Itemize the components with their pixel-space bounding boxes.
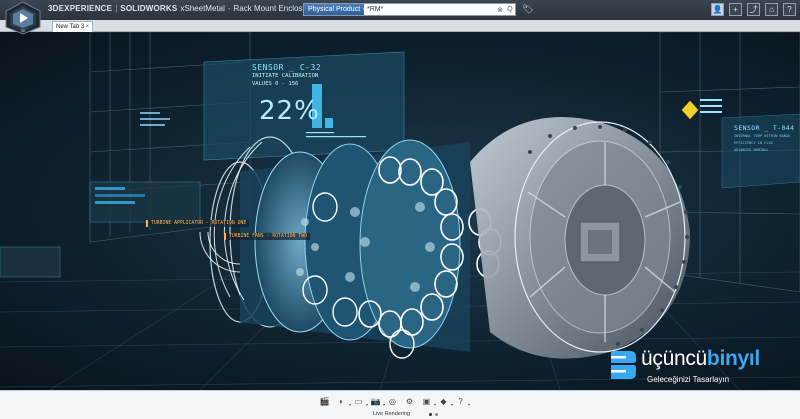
brand-label: 3DEXPERIENCE (48, 4, 113, 13)
display-glyph: ▣ (422, 396, 431, 406)
chevron-down-icon[interactable]: ▾ (383, 402, 385, 407)
product-label: SOLIDWORKS (120, 4, 178, 13)
turbine-applicator-label: TURBINE APPLICATOR - ROTATION ONE (146, 220, 250, 227)
live-rendering-label: Live Rendering (373, 411, 410, 417)
clapper-icon[interactable]: 🎬 (318, 395, 331, 407)
page-dot[interactable] (435, 413, 438, 416)
render-icon[interactable]: ⚙ (403, 395, 416, 407)
help-icon[interactable]: ? (783, 3, 796, 16)
logo-wordmark: üçüncübinyıl (641, 347, 760, 371)
chevron-down-icon[interactable]: ▾ (366, 402, 368, 407)
logo-word-a: üçüncü (641, 347, 707, 370)
material-glyph: ◐ (339, 396, 344, 406)
camera-glyph: 📷 (370, 396, 381, 406)
material-icon[interactable]: ◐ ▾ (335, 395, 351, 408)
3d-viewport[interactable]: SENSOR _ C-32 INITIATE CALIBRATION VALUE… (0, 32, 800, 390)
chevron-down-icon[interactable]: ▾ (468, 402, 470, 407)
sensor2-line2: EFFICIENCY IN FLUX (734, 141, 773, 145)
ucuncu-binyil-logo: üçüncübinyıl Geleceğinizi Tasarlayın (605, 345, 795, 389)
app-window: 3DEXPERIENCE | SOLIDWORKS xSheetMetal - … (0, 0, 800, 419)
sensor-panel-c32: SENSOR _ C-32 INITIATE CALIBRATION VALUE… (204, 52, 404, 156)
appearance-glyph: ◆ (440, 396, 447, 406)
tag-icon[interactable]: 🏷 (522, 4, 533, 15)
document-label: Rack Mount Enclosure (233, 4, 315, 13)
bottom-action-bar: 🎬 ◐ ▾ ▭ ▾ 📷 ▾ ◎ ⚙ ▣ ▾ ◆ ▾ ? ▾ Live Rendering (0, 390, 800, 419)
app-name-label: xSheetMetal (180, 4, 225, 13)
title-separator: | (115, 4, 118, 13)
sensor1-title: SENSOR _ C-32 (252, 63, 322, 72)
appearance-icon[interactable]: ◆ ▾ (437, 395, 453, 408)
app-title[interactable]: 3DEXPERIENCE | SOLIDWORKS xSheetMetal - … (48, 4, 325, 13)
sensor1-percent: 22% (259, 96, 320, 126)
clear-search-icon[interactable]: ⊗ (495, 4, 505, 15)
tab-label: New Tab 3 (56, 24, 85, 30)
help-icon[interactable]: ? ▾ (454, 395, 470, 408)
top-bar: 3DEXPERIENCE | SOLIDWORKS xSheetMetal - … (0, 0, 800, 20)
tab-new-tab-3[interactable]: New Tab 3 × (52, 21, 93, 32)
search-icon[interactable]: Q (505, 4, 515, 15)
sensor2-line1: INTERNAL TEMP WITHIN RANGE (734, 134, 791, 138)
sensor-panel-t044: SENSOR _ T-044 INTERNAL TEMP WITHIN RANG… (734, 124, 800, 184)
search-input[interactable] (364, 4, 495, 15)
home-icon[interactable]: ⌂ (765, 3, 778, 16)
section-icon[interactable]: ▭ ▾ (352, 395, 368, 408)
search-bar: Physical Product ▾ ⊗ Q (303, 3, 516, 16)
svg-text:3D: 3D (20, 28, 25, 33)
title-dash: - (227, 4, 231, 13)
page-dot[interactable] (429, 413, 432, 416)
compass-icon[interactable]: 3D (3, 1, 43, 35)
logo-mark-icon (611, 351, 636, 379)
camera-icon[interactable]: 📷 ▾ (369, 395, 385, 408)
help-glyph: ? (458, 396, 463, 406)
logo-slogan: Geleceğinizi Tasarlayın (647, 375, 730, 384)
search-scope-label: Physical Product (308, 6, 361, 13)
chevron-down-icon[interactable]: ▾ (451, 402, 453, 407)
view-toolbar: 🎬 ◐ ▾ ▭ ▾ 📷 ▾ ◎ ⚙ ▣ ▾ ◆ ▾ ? ▾ (318, 394, 470, 408)
share-icon[interactable]: ⤴ (747, 3, 760, 16)
section-glyph: ▭ (354, 396, 363, 406)
add-icon[interactable]: + (729, 3, 742, 16)
sensor2-line3: ADVANCED NOMINAL (734, 148, 769, 152)
page-dots (429, 413, 438, 416)
logo-word-b: binyıl (706, 347, 760, 370)
search-scope-dropdown[interactable]: Physical Product ▾ (304, 4, 367, 15)
user-icon[interactable]: 👤 (711, 3, 724, 16)
sensor2-title: SENSOR _ T-044 (734, 124, 795, 132)
tab-bar: New Tab 3 × (0, 20, 800, 32)
turbine-fans-label: TURBINE FANS - ROTATION TWO (224, 233, 310, 240)
sensor1-line2: INITIATE CALIBRATION (252, 73, 319, 79)
display-icon[interactable]: ▣ ▾ (420, 395, 436, 408)
top-right-icons: 👤 + ⤴ ⌂ ? (711, 3, 796, 16)
close-icon[interactable]: × (85, 24, 89, 30)
sensor1-line3: VALUES 0 - 156 (252, 81, 299, 87)
view-icon[interactable]: ◎ (386, 395, 399, 407)
chevron-down-icon[interactable]: ▾ (349, 402, 351, 407)
chevron-down-icon[interactable]: ▾ (434, 402, 436, 407)
